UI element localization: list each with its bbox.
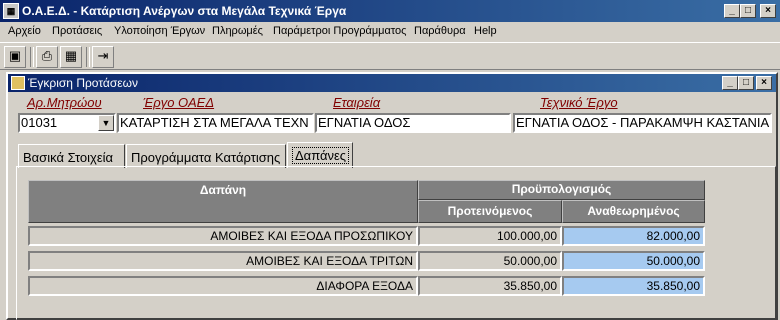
toolbar-separator bbox=[86, 47, 90, 67]
row-1-expense: ΑΜΟΙΒΕΣ ΚΑΙ ΕΞΟΔΑ ΠΡΟΣΩΠΙΚΟΥ bbox=[28, 226, 418, 246]
row-2-revised[interactable]: 50.000,00 bbox=[562, 251, 705, 271]
close-button[interactable]: × bbox=[760, 4, 776, 18]
child-maximize-button[interactable]: □ bbox=[738, 76, 754, 90]
protocol-value: 01031 bbox=[21, 115, 58, 130]
row-2-expense: ΑΜΟΙΒΕΣ ΚΑΙ ΕΞΟΔΑ ΤΡΙΤΩΝ bbox=[28, 251, 418, 271]
tab-basic[interactable]: Βασικά Στοιχεία bbox=[18, 144, 125, 168]
app-title-bar[interactable]: ▦ Ο.Α.Ε.Δ. - Κατάρτιση Ανέργων στα Μεγάλ… bbox=[0, 0, 780, 22]
layout-icon[interactable]: ▦ bbox=[60, 46, 82, 68]
child-close-button[interactable]: × bbox=[756, 76, 772, 90]
row-1-proposed: 100.000,00 bbox=[418, 226, 562, 246]
tech-project-label[interactable]: Τεχνικό Έργο bbox=[540, 95, 618, 110]
chevron-down-icon[interactable]: ▼ bbox=[98, 115, 114, 131]
tech-project-field[interactable]: ΕΓΝΑΤΙΑ ΟΔΟΣ - ΠΑΡΑΚΑΜΨΗ ΚΑΣΤΑΝΙΑ bbox=[513, 113, 772, 133]
menu-projects[interactable]: Υλοποίηση Έργων bbox=[114, 25, 205, 37]
row-3-revised[interactable]: 35.850,00 bbox=[562, 276, 705, 296]
tab-programs[interactable]: Προγράμματα Κατάρτισης bbox=[126, 144, 286, 168]
app-icon: ▦ bbox=[3, 3, 19, 19]
tab-basic-label: Βασικά Στοιχεία bbox=[23, 150, 114, 165]
project-oaed-field[interactable]: ΚΑΤΑΡΤΙΣΗ ΣΤΑ ΜΕΓΑΛΑ ΤΕΧΝ bbox=[117, 113, 314, 133]
child-title-bar[interactable]: Έγκριση Προτάσεων _ □ × bbox=[8, 74, 776, 92]
row-1-revised[interactable]: 82.000,00 bbox=[562, 226, 705, 246]
save-icon[interactable]: ▣ bbox=[4, 46, 26, 68]
tab-programs-label: Προγράμματα Κατάρτισης bbox=[131, 150, 281, 165]
child-minimize-button[interactable]: _ bbox=[722, 76, 738, 90]
toolbar: ▣ ⎙ ▦ ⇥ bbox=[0, 42, 780, 70]
app-title: Ο.Α.Ε.Δ. - Κατάρτιση Ανέργων στα Μεγάλα … bbox=[22, 4, 347, 18]
menu-parameters[interactable]: Παράμετροι Προγράμματος bbox=[273, 25, 406, 37]
menu-windows[interactable]: Παράθυρα bbox=[414, 25, 466, 37]
menu-bar: Αρχείο Προτάσεις Υλοποίηση Έργων Πληρωμέ… bbox=[0, 22, 780, 42]
row-3-proposed: 35.850,00 bbox=[418, 276, 562, 296]
company-field[interactable]: ΕΓΝΑΤΙΑ ΟΔΟΣ bbox=[315, 113, 511, 133]
row-2-proposed: 50.000,00 bbox=[418, 251, 562, 271]
protocol-label[interactable]: Αρ.Μητρώου bbox=[27, 95, 102, 110]
header-revised: Αναθεωρημένος bbox=[562, 200, 705, 223]
minimize-button[interactable]: _ bbox=[724, 4, 740, 18]
menu-help[interactable]: Help bbox=[474, 25, 497, 37]
maximize-button[interactable]: □ bbox=[740, 4, 756, 18]
menu-payments[interactable]: Πληρωμές bbox=[212, 25, 263, 37]
company-label[interactable]: Εταιρεία bbox=[333, 95, 380, 110]
project-oaed-label[interactable]: Έργο ΟΑΕΔ bbox=[143, 95, 214, 110]
header-expense: Δαπάνη bbox=[28, 180, 418, 223]
protocol-select[interactable]: 01031 ▼ bbox=[18, 113, 116, 133]
header-budget: Προϋπολογισμός bbox=[418, 180, 705, 200]
tab-expenses-label: Δαπάνες bbox=[292, 147, 350, 164]
print-icon[interactable]: ⎙ bbox=[36, 46, 58, 68]
exit-door-icon[interactable]: ⇥ bbox=[92, 46, 114, 68]
header-proposed: Προτεινόμενος bbox=[418, 200, 562, 223]
toolbar-separator bbox=[30, 47, 34, 67]
row-3-expense: ΔΙΑΦΟΡΑ ΕΞΟΔΑ bbox=[28, 276, 418, 296]
child-window-icon bbox=[11, 76, 25, 90]
tab-expenses[interactable]: Δαπάνες bbox=[287, 142, 353, 168]
child-title: Έγκριση Προτάσεων bbox=[28, 76, 138, 90]
menu-file[interactable]: Αρχείο bbox=[8, 25, 41, 37]
menu-proposals[interactable]: Προτάσεις bbox=[52, 25, 102, 37]
